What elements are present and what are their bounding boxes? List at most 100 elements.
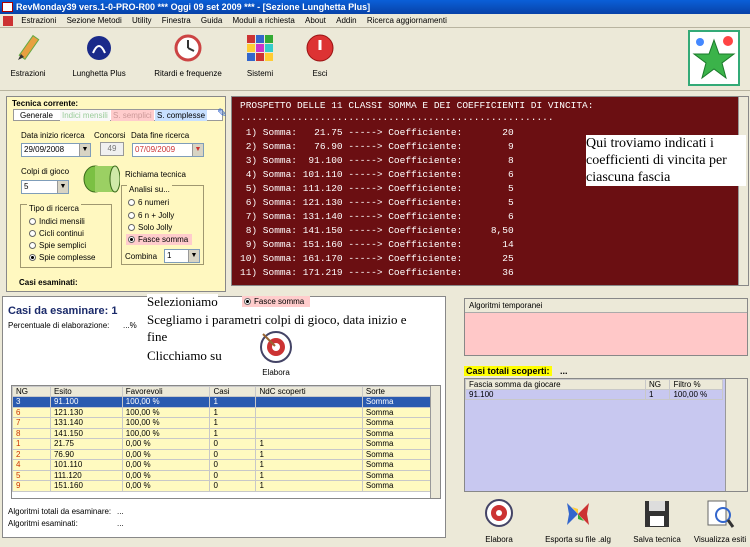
chevron-down-icon[interactable]: ▼	[192, 144, 203, 156]
menu-moduli[interactable]: Moduli a richiesta	[229, 14, 299, 28]
console-scrollbar[interactable]	[738, 97, 748, 285]
chevron-down-icon[interactable]: ▼	[188, 250, 199, 262]
console-line: 2) Somma: 76.90 -----> Coefficiente: 9	[240, 141, 514, 152]
annotation-clicchiamo: Clicchiamo su	[147, 348, 222, 364]
annotation-seleziona: Selezioniamo	[147, 294, 218, 310]
radio-6n-jolly[interactable]: 6 n + Jolly	[128, 211, 174, 220]
star-logo-icon	[692, 36, 736, 80]
menu-bar: Estrazioni Sezione Metodi Utility Finest…	[0, 14, 750, 28]
cylinder-icon[interactable]	[82, 161, 120, 197]
table-row[interactable]: 8 141.150 100,00 % 1 Somma	[12, 427, 433, 439]
console-line: 8) Somma: 141.150 -----> Coefficiente: 8…	[240, 225, 514, 236]
combina-label: Combina	[125, 252, 158, 261]
menu-about[interactable]: About	[301, 14, 330, 28]
tab-indici-mensili[interactable]: Indici mensili	[60, 110, 110, 121]
tab-generale[interactable]: Generale	[20, 111, 53, 120]
tab-semplici[interactable]: S. semplici	[111, 110, 154, 121]
percentuale-value: ...%	[123, 321, 137, 330]
annotation-coefficienti: Qui troviamo indicati i coefficienti di …	[586, 135, 746, 186]
table-row[interactable]: 7 131.140 100,00 % 1 Somma	[12, 417, 433, 429]
table-row[interactable]: 9 151.160 0,00 % 0 1 Somma	[12, 480, 433, 492]
tipo-ricerca-group: Tipo di ricerca Indici mensili Cicli con…	[20, 204, 112, 268]
menu-utility[interactable]: Utility	[128, 14, 156, 28]
title-bar: RevMonday39 vers.1-0-PRO-R00 *** Oggi 09…	[0, 0, 750, 14]
menu-guida[interactable]: Guida	[197, 14, 226, 28]
menu-sezione-metodi[interactable]: Sezione Metodi	[63, 14, 126, 28]
data-inizio-label: Data inizio ricerca	[21, 131, 85, 140]
magnifier-icon	[707, 500, 735, 528]
menu-app-icon[interactable]	[3, 16, 13, 26]
console-line: 10) Somma: 161.170 -----> Coefficiente: …	[240, 253, 514, 264]
radio-spie-semplici[interactable]: Spie semplici	[29, 241, 86, 250]
combina-select[interactable]: 1 ▼	[164, 249, 200, 263]
table-row[interactable]: 3 91.100 100,00 % 1 Somma	[12, 396, 433, 408]
colpi-label: Colpi di gioco	[21, 167, 70, 176]
concorsi-value: 49	[100, 142, 124, 156]
algoritmi-esaminati-label: Algoritmi esaminati:	[8, 519, 78, 528]
table-row[interactable]: 6 121.130 100,00 % 1 Somma	[12, 406, 433, 418]
window-title: RevMonday39 vers.1-0-PRO-R00 *** Oggi 09…	[16, 2, 371, 12]
console-line: 3) Somma: 91.100 -----> Coefficiente: 8	[240, 155, 514, 166]
algoritmi-temporanei-header: Algoritmi temporanei	[465, 299, 747, 313]
lunghetta-plus-button[interactable]: Lunghetta Plus	[66, 33, 132, 78]
table-row[interactable]: 2 76.90 0,00 % 0 1 Somma	[12, 448, 433, 460]
ritardi-frequenze-button[interactable]: Ritardi e frequenze	[145, 33, 231, 78]
table-row[interactable]: 5 111.120 0,00 % 0 1 Somma	[12, 469, 433, 481]
richiama-tecnica-link[interactable]: Richiama tecnica	[125, 170, 186, 179]
algoritmi-totali-label: Algoritmi totali da esaminare:	[8, 507, 112, 516]
radio-fasce-somma[interactable]: Fasce somma	[126, 234, 193, 245]
menu-finestra[interactable]: Finestra	[158, 14, 195, 28]
grid-scrollbar[interactable]	[725, 379, 747, 491]
menu-addin[interactable]: Addin	[332, 14, 360, 28]
tipo-ricerca-label: Tipo di ricerca	[27, 204, 81, 213]
console-line: 9) Somma: 151.160 -----> Coefficiente: 1…	[240, 239, 514, 250]
esci-button[interactable]: Esci	[300, 33, 340, 78]
estrazioni-button[interactable]: Estrazioni	[6, 33, 50, 78]
chevron-down-icon[interactable]: ▼	[79, 144, 90, 156]
tab-complesse[interactable]: S. complesse	[155, 110, 208, 121]
console-line: 11) Somma: 171.219 -----> Coefficiente: …	[240, 267, 514, 278]
radio-indici-mensili[interactable]: Indici mensili	[29, 217, 85, 226]
console-output: PROSPETTO DELLE 11 CLASSI SOMMA E DEI CO…	[231, 96, 749, 286]
table-row[interactable]: 4 101.110 0,00 % 0 1 Somma	[12, 459, 433, 471]
tecnica-title: Tecnica corrente:	[12, 99, 79, 108]
console-line: 5) Somma: 111.120 -----> Coefficiente: 5	[240, 183, 514, 194]
lottery-icon	[87, 36, 111, 60]
analisi-group: Analisi su... 6 numeri 6 n + Jolly Solo …	[121, 185, 204, 265]
esporta-button[interactable]: Esporta su file .alg	[545, 497, 611, 544]
clock-icon	[174, 34, 202, 62]
menu-estrazioni[interactable]: Estrazioni	[17, 14, 60, 28]
salva-tecnica-button[interactable]: Salva tecnica	[630, 497, 684, 544]
elabora-button[interactable]: Elabora	[474, 497, 524, 544]
app-icon	[2, 2, 13, 12]
data-inizio-field[interactable]: 29/09/2008 ▼	[21, 143, 91, 157]
fascia-grid[interactable]: Fascia somma da giocare NG Filtro % 91.100…	[464, 378, 748, 492]
visualizza-esiti-button[interactable]: Visualizza esiti	[692, 497, 748, 544]
data-fine-field[interactable]: 07/09/2009 ▼	[132, 143, 204, 157]
colpi-select[interactable]: 5 ▼	[21, 180, 69, 194]
console-line: 7) Somma: 131.140 -----> Coefficiente: 6	[240, 211, 514, 222]
results-grid[interactable]: NG Esito Favorevoli Casi NdC scoperti Sorte 3…	[11, 385, 441, 499]
algoritmi-esaminati-value: ...	[117, 519, 124, 528]
data-fine-label: Data fine ricerca	[131, 131, 190, 140]
casi-totali-value: ...	[560, 366, 568, 376]
casi-title: Casi da esaminare: 1	[8, 305, 118, 317]
sistemi-button[interactable]: Sistemi	[240, 33, 280, 78]
tab-strip: Generale Indici mensili S. semplici S. c…	[13, 106, 227, 121]
grid-icon	[247, 35, 273, 61]
percentuale-label: Percentuale di elaborazione:	[8, 321, 110, 330]
concorsi-label: Concorsi	[94, 131, 126, 140]
table-row[interactable]: 91.100 1 100,00 %	[465, 389, 723, 400]
menu-ricerca-aggiornamenti[interactable]: Ricerca aggiornamenti	[363, 14, 451, 28]
chevron-down-icon[interactable]: ▼	[57, 181, 68, 193]
console-line: 4) Somma: 101.110 -----> Coefficiente: 6	[240, 169, 514, 180]
radio-spie-complesse[interactable]: Spie complesse	[29, 253, 95, 262]
radio-6-numeri[interactable]: 6 numeri	[128, 198, 169, 207]
radio-solo-jolly[interactable]: Solo Jolly	[128, 223, 172, 232]
table-row[interactable]: 1 21.75 0,00 % 0 1 Somma	[12, 438, 433, 450]
algoritmi-temporanei-grid[interactable]: Algoritmi temporanei	[464, 298, 748, 356]
radio-cicli-continui[interactable]: Cicli continui	[29, 229, 84, 238]
grid-scrollbar[interactable]	[430, 386, 440, 498]
pencil-icon	[18, 34, 40, 61]
power-icon	[306, 34, 334, 62]
